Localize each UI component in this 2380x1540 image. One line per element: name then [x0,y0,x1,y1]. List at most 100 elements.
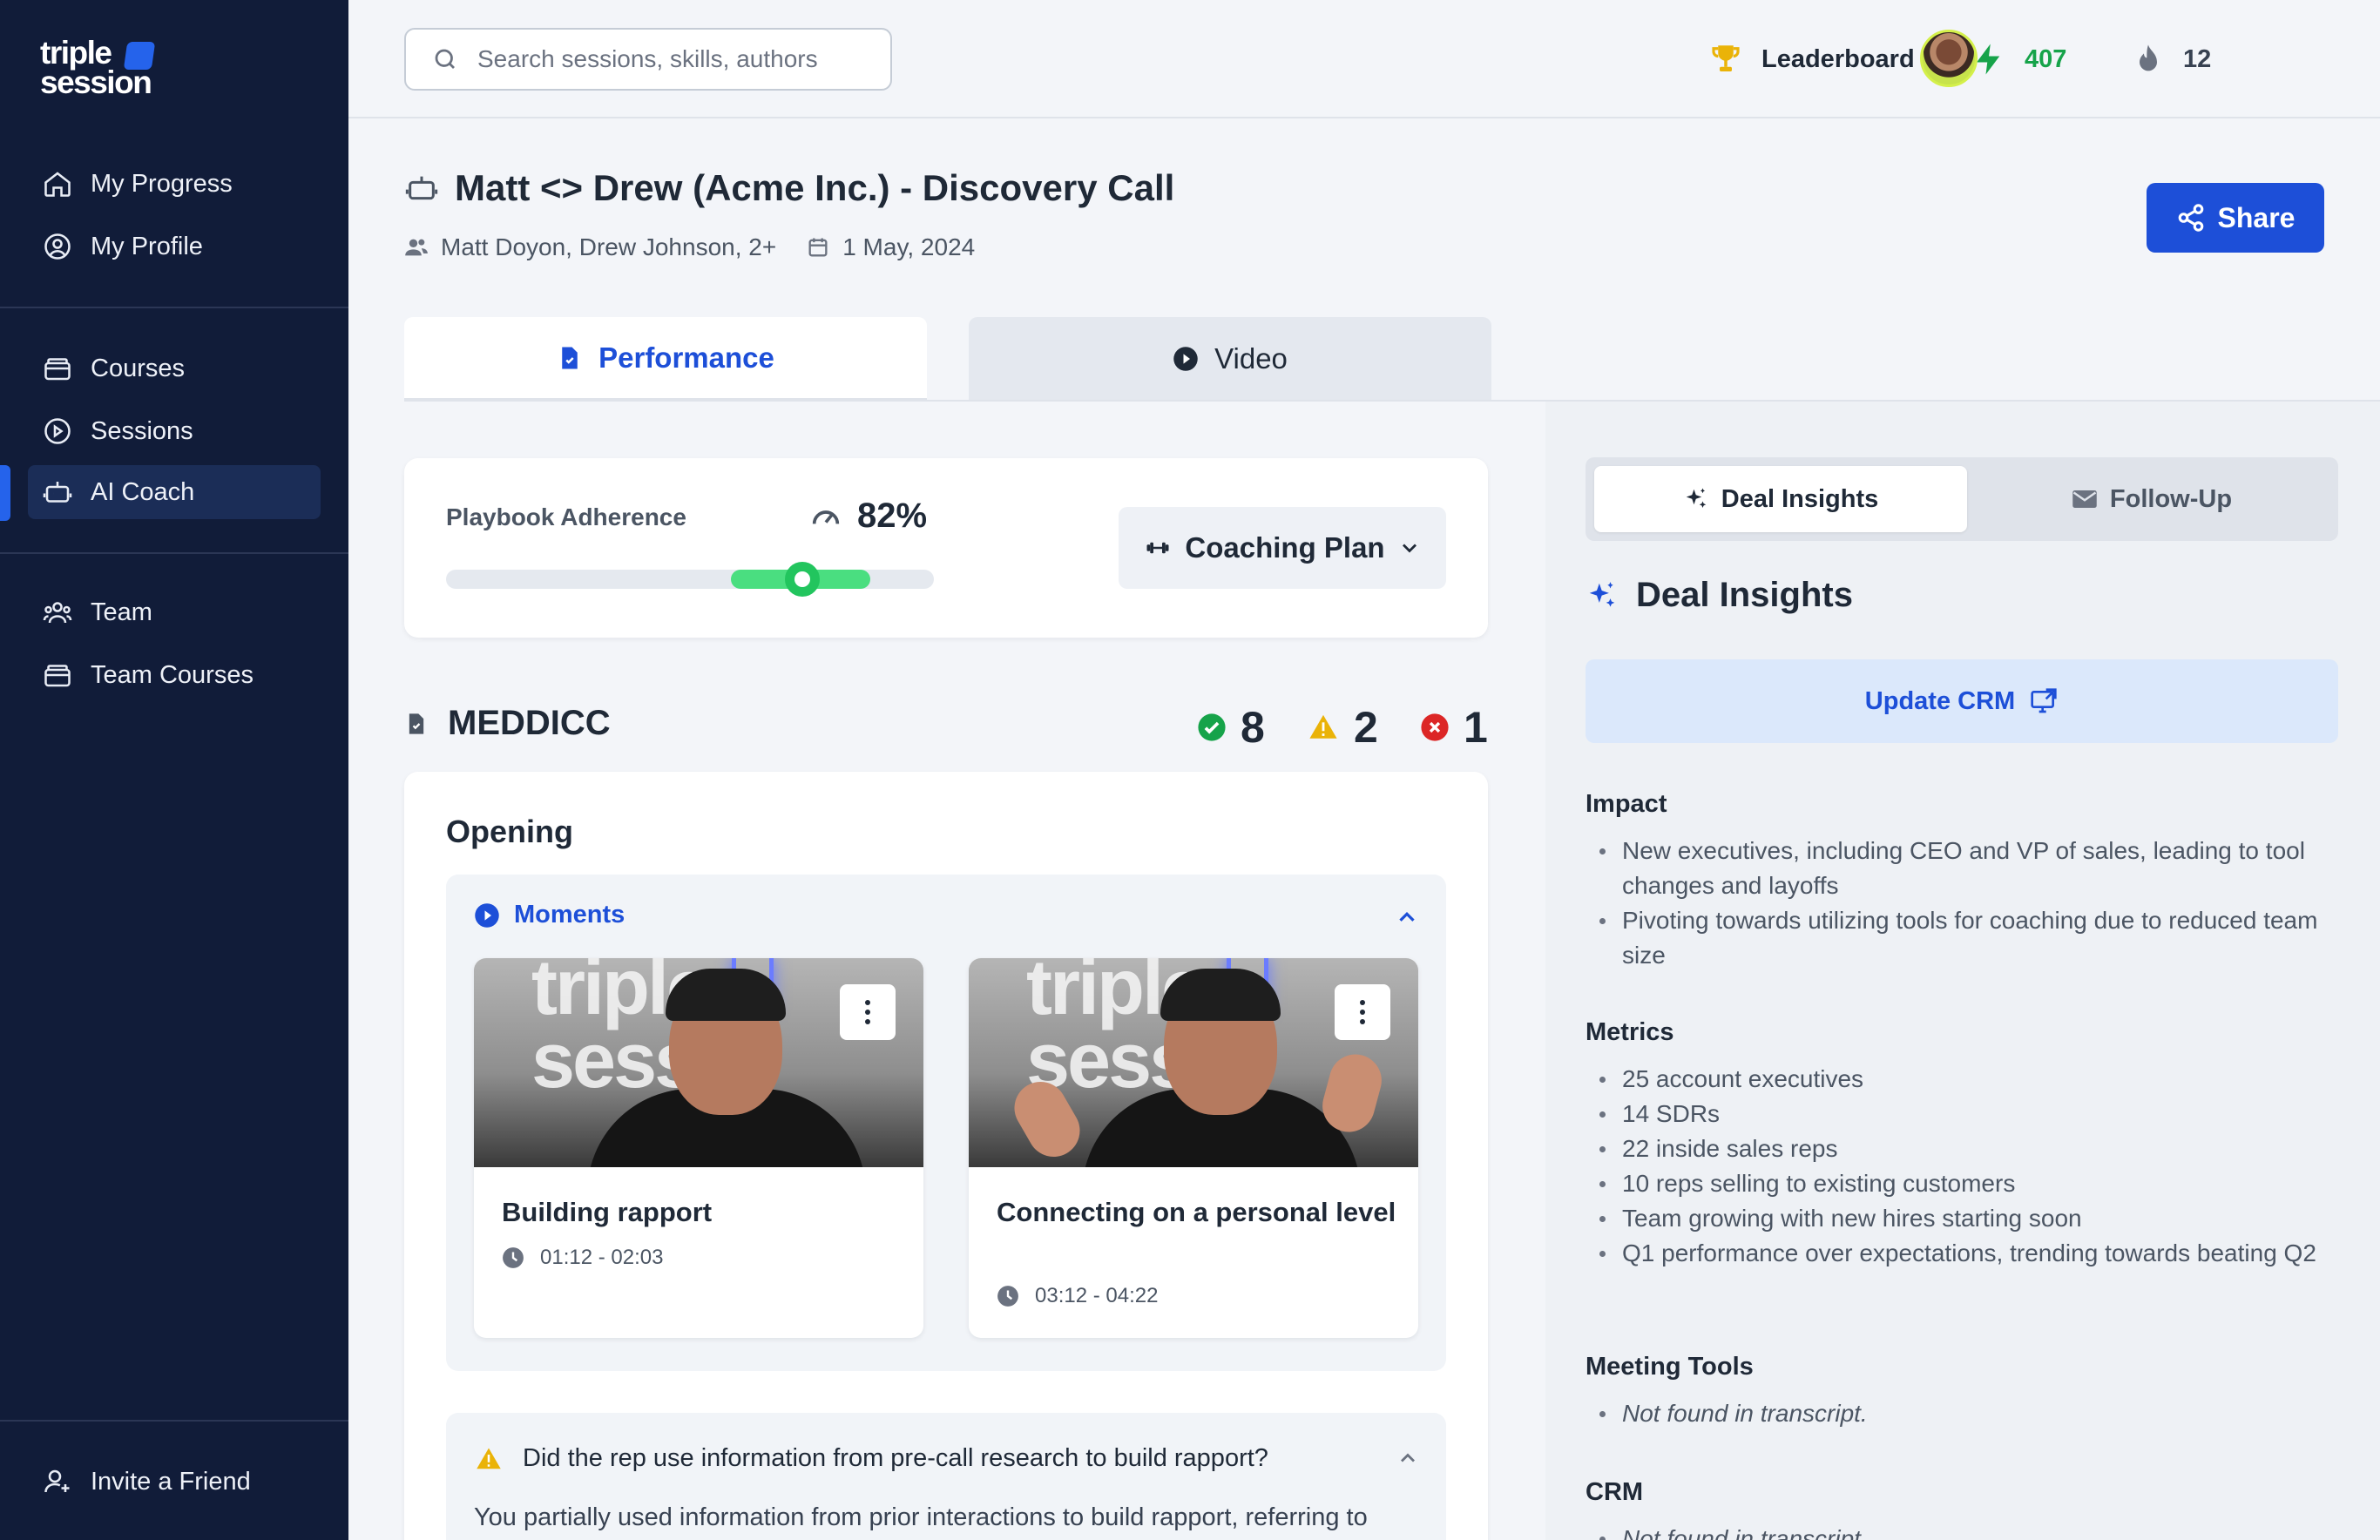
clock-icon [997,1286,1018,1307]
update-crm-button[interactable]: Update CRM [1586,659,2338,743]
moments-section: Moments triple sess Building rapport 01:1… [446,875,1446,1371]
sidebar-item-label: Sessions [91,416,193,445]
logo[interactable]: triple session [40,37,162,101]
points-counter[interactable]: 407 [1971,35,2066,84]
calendar-icon [808,238,828,257]
sidebar-item-team[interactable]: Team [28,585,321,639]
user-plus-icon [44,1469,70,1493]
passed-value: 8 [1241,703,1265,752]
tab-performance[interactable]: Performance [404,317,927,401]
failed-value: 1 [1464,703,1488,752]
mail-icon [2072,490,2097,508]
moment-title: Building rapport [502,1197,713,1227]
archive-icon [44,665,71,687]
sidebar: triple session My Progress My Profile Co… [0,0,348,1540]
clock-icon [503,1247,524,1268]
sidebar-item-label: My Profile [91,232,203,260]
adherence-slider-knob[interactable] [784,562,820,597]
users-icon [405,239,428,256]
list-item: 22 inside sales reps [1586,1131,2338,1166]
sidebar-item-sessions[interactable]: Sessions [28,404,321,458]
play-circle-icon [44,418,71,444]
topbar: Leaderboard 407 12 [348,0,2380,118]
robot-icon [405,176,438,200]
moment-time-value: 01:12 - 02:03 [540,1246,664,1269]
page-header: Matt <> Drew (Acme Inc.) - Discovery Cal… [404,167,1174,209]
streak-counter[interactable]: 12 [2131,35,2211,84]
tab-label: Performance [598,341,774,374]
share-label: Share [2217,201,2295,233]
sidebar-divider [0,552,348,554]
crm-list: Not found in transcript. [1586,1522,2338,1540]
sidebar-item-my-progress[interactable]: My Progress [28,157,321,211]
sidebar-item-my-profile[interactable]: My Profile [28,220,321,274]
moment-title: Connecting on a personal level [997,1197,1396,1227]
moments-toggle[interactable]: Moments [474,901,625,929]
tab-video[interactable]: Video [969,317,1491,401]
passed-count: 8 [1197,702,1265,753]
coaching-plan-dropdown[interactable]: Coaching Plan [1119,507,1446,589]
meeting-tools-list: Not found in transcript. [1586,1396,2338,1431]
metrics-list: 25 account executives 14 SDRs 22 inside … [1586,1062,2338,1271]
list-item: 25 account executives [1586,1062,2338,1097]
call-meta: Matt Doyon, Drew Johnson, 2+ 1 May, 2024 [404,233,975,261]
question-header: Did the rep use information from pre-cal… [474,1444,1268,1473]
moment-card[interactable]: triple sess Building rapport 01:12 - 02:0… [474,958,923,1338]
chevron-up-icon[interactable] [1394,904,1420,930]
meddicc-header: MEDDICC [404,704,611,743]
sidebar-item-team-courses[interactable]: Team Courses [28,648,321,702]
external-monitor-icon [2031,688,2057,713]
question-item[interactable]: Did the rep use information from pre-cal… [446,1413,1446,1540]
warning-count: 2 [1307,702,1378,753]
sidebar-item-label: AI Coach [91,477,195,506]
robot-icon [43,482,72,503]
list-item: Team growing with new hires starting soo… [1586,1201,2338,1236]
more-options-button[interactable] [840,984,896,1040]
streak-value: 12 [2183,44,2212,73]
search-box[interactable] [404,28,892,91]
active-indicator [0,465,10,521]
leaderboard-label: Leaderboard [1761,44,1915,73]
warning-icon [1309,714,1337,739]
tab-label: Deal Insights [1721,484,1879,513]
adherence-slider[interactable] [446,562,934,597]
document-icon [409,713,424,734]
moment-time: 03:12 - 04:22 [997,1284,1158,1308]
moment-card[interactable]: triple sess Connecting on a personal leve… [969,958,1418,1338]
flame-icon [2140,44,2157,71]
search-icon [435,49,455,69]
chevron-up-icon[interactable] [1396,1446,1420,1470]
question-answer: You partially used information from prio… [474,1503,1368,1531]
sidebar-divider [0,1420,348,1422]
tab-deal-insights[interactable]: Deal Insights [1594,466,1967,532]
failed-count: 1 [1420,702,1488,753]
adherence-label: Playbook Adherence [446,503,686,530]
points-value: 407 [2025,44,2067,73]
share-button[interactable]: Share [2147,183,2324,253]
leaderboard-link[interactable]: Leaderboard [1707,35,1915,84]
logo-mark-icon [123,42,156,70]
participants: Matt Doyon, Drew Johnson, 2+ [441,233,777,260]
insights-segmented-control: Deal Insights Follow-Up [1586,457,2338,541]
video-thumbnail[interactable]: triple sess [969,958,1418,1167]
sidebar-item-label: My Progress [91,169,233,198]
sidebar-item-courses[interactable]: Courses [28,341,321,395]
sidebar-item-label: Team [91,598,152,626]
meeting-tools-heading: Meeting Tools [1586,1353,1754,1381]
invite-friend-button[interactable]: Invite a Friend [28,1455,321,1509]
crm-heading: CRM [1586,1478,1644,1506]
search-input[interactable] [477,45,878,73]
tab-label: Follow-Up [2109,484,2233,513]
more-options-button[interactable] [1335,984,1390,1040]
invite-friend-label: Invite a Friend [91,1467,251,1496]
share-icon [2178,204,2203,232]
sidebar-divider [0,307,348,308]
warning-value: 2 [1354,703,1378,752]
deal-insights-heading: Deal Insights [1586,576,1853,615]
tab-follow-up[interactable]: Follow-Up [1965,466,2338,532]
sidebar-item-ai-coach[interactable]: AI Coach [28,465,321,519]
avatar[interactable] [1920,30,1978,87]
video-thumbnail[interactable]: triple sess [474,958,923,1167]
list-item: 10 reps selling to existing customers [1586,1166,2338,1201]
adherence-value: 82% [808,496,927,536]
